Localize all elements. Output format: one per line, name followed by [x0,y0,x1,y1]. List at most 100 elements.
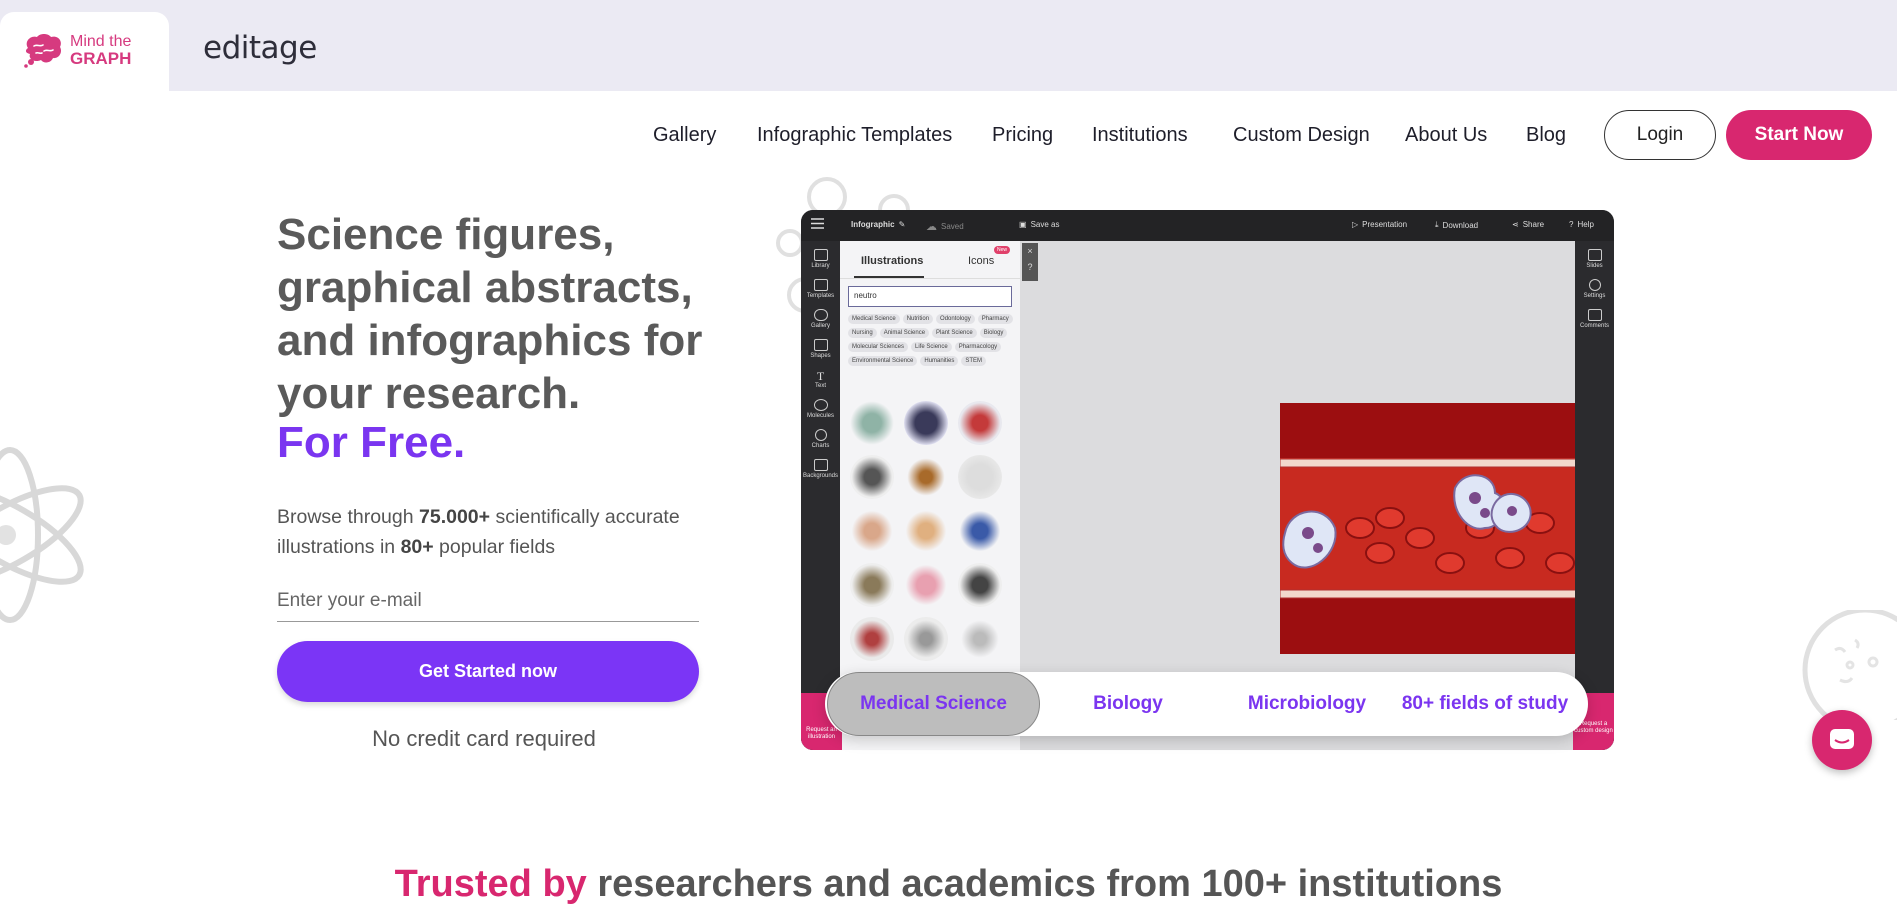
illustration-thumbnail[interactable] [904,563,948,607]
login-button[interactable]: Login [1604,110,1716,160]
nav-custom-design[interactable]: Custom Design [1233,124,1370,147]
illustration-thumbnail[interactable] [904,617,948,661]
nav-institutions[interactable]: Institutions [1092,124,1188,147]
sidebar-item-slides[interactable]: Slides [1575,249,1614,269]
desc-fields: 80+ [400,536,434,558]
illustration-thumbnail[interactable] [850,509,894,553]
chip[interactable]: Odontology [936,314,975,324]
email-field-wrap [277,586,699,622]
shapes-icon [813,339,828,351]
hero-free-text: For Free. [277,418,466,467]
chip[interactable]: Pharmacology [954,342,1002,352]
chat-button[interactable] [1812,710,1872,770]
field-pill-microbiology[interactable]: Microbiology [1207,672,1407,736]
share-button[interactable]: ⋖ Share [1512,220,1544,229]
slides-icon [1587,249,1602,261]
illustration-thumbnail[interactable] [958,455,1002,499]
chip[interactable]: Humanities [920,356,959,366]
app-preview: Infographic ✎ ☁ Saved ▣ Save as ▷ Presentati… [801,210,1614,750]
sidebar-item-gallery[interactable]: Gallery [801,309,840,329]
share-icon: ⋖ [1512,220,1519,229]
logo-wordmark: Mind the GRAPH [70,32,132,68]
help-button[interactable]: ? Help [1569,220,1594,229]
field-pill-medical-science[interactable]: Medical Science [827,672,1040,736]
presentation-button[interactable]: ▷ Presentation [1352,220,1407,229]
illustration-thumbnail[interactable] [904,455,948,499]
panel-tabs: Illustrations Icons New [840,241,1020,279]
illustration-thumbnail[interactable] [958,617,1002,661]
app-left-sidebar: Library Templates Gallery Shapes T Text M… [801,241,840,750]
chip[interactable]: Pharmacy [977,314,1013,324]
blood-vessel-illustration [1280,403,1614,654]
sidebar-item-comments[interactable]: Comments [1575,309,1614,329]
tab-illustrations[interactable]: Illustrations [861,255,923,267]
illustration-thumbnail[interactable] [958,563,1002,607]
no-credit-card-note: No credit card required [372,726,596,751]
illustration-thumbnail[interactable] [850,401,894,445]
illustration-thumbnail[interactable] [904,401,948,445]
help-icon: ? [1569,220,1574,229]
illustration-thumbnail[interactable] [850,617,894,661]
logo-line2: GRAPH [70,48,132,68]
chip[interactable]: Plant Science [932,328,977,338]
illustration-thumbnail[interactable] [958,401,1002,445]
editage-logo[interactable]: editage [203,30,317,66]
chip[interactable]: STEM [961,356,987,366]
sidebar-item-charts[interactable]: Charts [801,429,840,449]
chip[interactable]: Life Science [911,342,952,352]
chip[interactable]: Environmental Science [848,356,918,366]
play-icon: ▷ [1352,220,1359,229]
nav-gallery[interactable]: Gallery [653,124,716,147]
field-pill-more-fields[interactable]: 80+ fields of study [1381,672,1589,736]
chip[interactable]: Biology [979,328,1008,338]
cloud-icon: ☁ [926,221,937,233]
menu-icon[interactable] [811,218,824,229]
hero-description: Browse through 75.000+ scientifically ac… [277,502,717,562]
molecules-icon [813,399,828,411]
nav-pricing[interactable]: Pricing [992,124,1053,147]
sidebar-item-backgrounds[interactable]: Backgrounds [801,459,840,479]
chip[interactable]: Molecular Sciences [848,342,909,352]
email-input[interactable] [277,586,699,616]
sidebar-item-templates[interactable]: Templates [801,279,840,299]
tab-icons[interactable]: Icons [968,255,994,267]
saved-status: ☁ Saved [926,221,964,233]
nav-blog[interactable]: Blog [1526,124,1566,147]
save-as-button[interactable]: ▣ Save as [1019,220,1059,229]
logo-line1: Mind the [70,32,132,50]
mind-the-graph-logo[interactable]: Mind the GRAPH [22,32,131,68]
sidebar-item-text[interactable]: T Text [801,369,840,389]
nav-about-us[interactable]: About Us [1405,124,1487,147]
sidebar-item-molecules[interactable]: Molecules [801,399,840,419]
chip[interactable]: Medical Science [848,314,900,324]
text-icon: T [816,369,825,383]
desc-pre: Browse through [277,506,419,528]
illustration-thumbnail[interactable] [904,509,948,553]
start-now-button[interactable]: Start Now [1726,110,1872,160]
templates-icon [813,279,828,291]
download-icon: ⤓ [1435,220,1439,229]
app-doc-title[interactable]: Infographic ✎ [851,220,905,229]
atom-decoration-icon [0,447,84,623]
panel-close-button[interactable]: ×? [1022,243,1038,281]
trusted-heading: Trusted by researchers and academics fro… [0,863,1897,906]
sidebar-item-shapes[interactable]: Shapes [801,339,840,359]
illustration-thumbnail[interactable] [850,563,894,607]
field-pill-biology[interactable]: Biology [1053,672,1203,736]
nav-infographic-templates[interactable]: Infographic Templates [757,124,952,147]
chip[interactable]: Nursing [848,328,877,338]
sidebar-item-settings[interactable]: Settings [1575,279,1614,299]
download-button[interactable]: ⤓ Download [1435,220,1478,230]
trusted-rest: researchers and academics from 100+ inst… [586,863,1503,905]
illustration-thumbnail[interactable] [850,455,894,499]
illustration-search-input[interactable]: neutro [848,286,1012,307]
get-started-button[interactable]: Get Started now [277,641,699,702]
category-chips: Medical Science Nutrition Odontology Pha… [848,314,1018,366]
illustration-thumbnail[interactable] [958,509,1002,553]
chip[interactable]: Nutrition [902,314,934,324]
new-badge: New [994,246,1011,254]
save-icon: ▣ [1019,220,1027,229]
sidebar-item-library[interactable]: Library [801,249,840,269]
chip[interactable]: Animal Science [879,328,930,338]
fields-selector: Medical Science Biology Microbiology 80+… [825,672,1588,736]
